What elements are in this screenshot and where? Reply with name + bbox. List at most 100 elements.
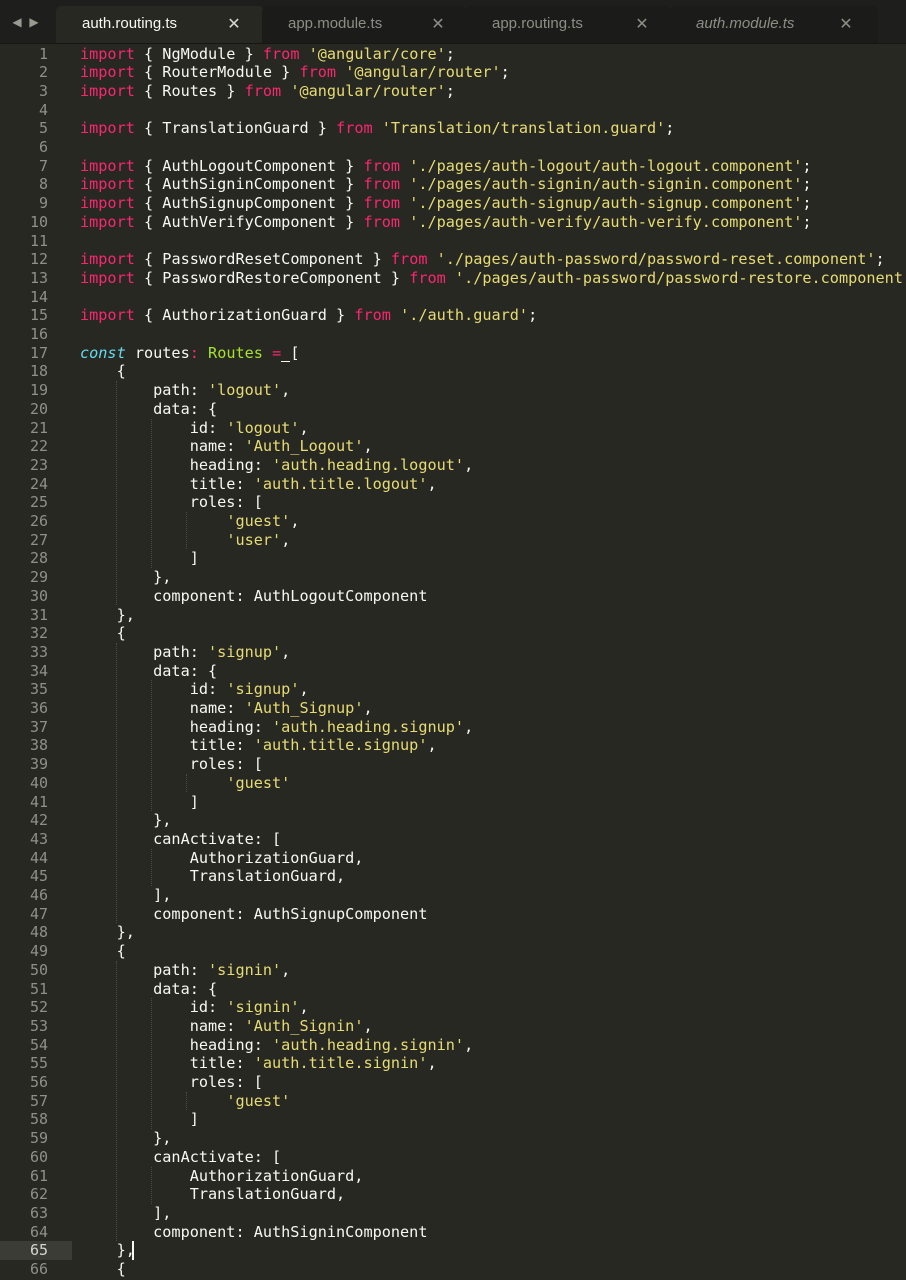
code-line[interactable]: id: 'signin', <box>80 998 309 1017</box>
close-icon[interactable]: ✕ <box>430 14 446 33</box>
code-line[interactable]: ] <box>80 1110 199 1129</box>
code-line[interactable]: import { PasswordResetComponent } from '… <box>80 250 885 269</box>
code-line[interactable]: { <box>80 362 126 381</box>
code-token: '@angular/core' <box>308 44 446 63</box>
code-line[interactable]: name: 'Auth_Signin', <box>80 1017 373 1036</box>
code-line[interactable]: ], <box>80 1204 171 1223</box>
code-token: path: <box>80 960 209 979</box>
code-line[interactable]: import { AuthSigninComponent } from './p… <box>80 175 812 194</box>
code-line[interactable]: data: { <box>80 980 217 999</box>
line-number: 51 <box>29 979 48 998</box>
code-token: ] <box>80 792 199 811</box>
code-token: , <box>427 474 437 493</box>
code-token: TranslationGuard, <box>80 867 346 886</box>
code-line[interactable]: path: 'logout', <box>80 381 290 400</box>
code-token: { AuthVerifyComponent } <box>134 212 364 231</box>
code-token: 'guest' <box>226 1091 291 1110</box>
code-line[interactable]: import { AuthSignupComponent } from './p… <box>80 194 812 213</box>
code-token: from <box>244 81 282 100</box>
code-line[interactable]: import { RouterModule } from '@angular/r… <box>80 63 510 82</box>
code-line[interactable]: }, <box>80 568 171 587</box>
code-token: , <box>427 736 437 755</box>
code-line[interactable]: path: 'signup', <box>80 643 290 662</box>
code-line[interactable]: const routes: Routes = [ <box>80 344 300 363</box>
close-icon[interactable]: ✕ <box>634 14 650 33</box>
code-line[interactable]: heading: 'auth.heading.signup', <box>80 718 474 737</box>
code-line[interactable]: component: AuthLogoutComponent <box>80 587 427 606</box>
code-line[interactable]: ] <box>80 793 199 812</box>
code-editor[interactable]: 1 2 3 4 5 6 7 8 9 10 11 12 13 14 15 16 17 18 19 20 21 22 23 24 2… <box>0 44 906 1280</box>
code-line[interactable]: data: { <box>80 662 217 681</box>
line-number: 38 <box>29 736 48 755</box>
tab-app-routing[interactable]: app.routing.ts ✕ <box>466 6 670 44</box>
code-line[interactable]: roles: [ <box>80 493 263 512</box>
code-line[interactable]: import { AuthLogoutComponent } from './p… <box>80 157 812 176</box>
code-line[interactable]: TranslationGuard, <box>80 867 345 886</box>
triangle-right-icon[interactable]: ▶ <box>27 12 41 32</box>
code-line[interactable]: component: AuthSignupComponent <box>80 905 427 924</box>
line-number: 33 <box>29 642 48 661</box>
code-line[interactable]: }, <box>80 1241 135 1260</box>
code-line[interactable]: id: 'signup', <box>80 680 309 699</box>
code-token: import <box>80 250 135 269</box>
code-line[interactable]: roles: [ <box>80 755 263 774</box>
code-line[interactable]: import { AuthorizationGuard } from './au… <box>80 306 537 325</box>
code-line[interactable]: ], <box>80 886 171 905</box>
tab-auth-routing[interactable]: auth.routing.ts ✕ <box>56 6 264 44</box>
close-icon[interactable]: ✕ <box>838 14 854 33</box>
code-line[interactable]: import { PasswordRestoreComponent } from… <box>80 269 906 288</box>
code-token: import <box>80 156 135 175</box>
code-line[interactable]: }, <box>80 1129 171 1148</box>
tab-auth-module[interactable]: auth.module.ts ✕ <box>670 6 878 44</box>
code-token: from <box>336 119 373 138</box>
code-line[interactable]: heading: 'auth.heading.logout', <box>80 456 474 475</box>
code-line[interactable]: data: { <box>80 400 217 419</box>
code-line[interactable]: name: 'Auth_Logout', <box>80 437 373 456</box>
code-line[interactable]: name: 'Auth_Signup', <box>80 699 373 718</box>
tab-label: auth.routing.ts <box>82 15 178 32</box>
code-line[interactable]: }, <box>80 923 135 942</box>
code-line[interactable]: id: 'logout', <box>80 419 309 438</box>
code-line[interactable]: path: 'signin', <box>80 961 290 980</box>
code-line[interactable]: heading: 'auth.heading.signin', <box>80 1036 474 1055</box>
code-line[interactable]: canActivate: [ <box>80 1148 281 1167</box>
code-line[interactable]: AuthorizationGuard, <box>80 1167 364 1186</box>
triangle-left-icon[interactable]: ◀ <box>10 12 24 32</box>
code-line[interactable]: 'guest', <box>80 512 299 531</box>
code-token: 'signin' <box>208 960 282 979</box>
code-line[interactable]: title: 'auth.title.logout', <box>80 475 437 494</box>
code-line[interactable]: title: 'auth.title.signup', <box>80 736 437 755</box>
code-line[interactable]: import { Routes } from '@angular/router'… <box>80 82 455 101</box>
code-line[interactable]: AuthorizationGuard, <box>80 848 364 868</box>
line-number: 39 <box>29 755 48 774</box>
code-line[interactable]: }, <box>80 606 135 625</box>
code-token: title: <box>80 736 254 755</box>
close-icon[interactable]: ✕ <box>226 14 242 33</box>
code-token: from <box>363 194 401 213</box>
code-line[interactable]: { <box>80 624 126 643</box>
code-token: , <box>299 680 309 699</box>
code-token: { PasswordRestoreComponent } <box>134 268 410 287</box>
code-line[interactable]: { <box>80 942 126 961</box>
indent-guide <box>150 848 152 886</box>
code-line[interactable]: }, <box>80 811 171 830</box>
code-line[interactable]: title: 'auth.title.signin', <box>80 1054 437 1073</box>
code-line[interactable]: roles: [ <box>80 1073 263 1092</box>
code-line[interactable]: import { TranslationGuard } from 'Transl… <box>80 119 674 138</box>
code-line[interactable]: import { NgModule } from '@angular/core'… <box>80 45 455 64</box>
code-line[interactable]: { <box>80 1260 126 1279</box>
code-area[interactable]: import { NgModule } from '@angular/core'… <box>80 44 906 1280</box>
code-token: import <box>80 44 135 63</box>
code-line[interactable]: component: AuthSigninComponent <box>80 1223 427 1242</box>
code-line[interactable]: TranslationGuard, <box>80 1185 345 1204</box>
code-line[interactable]: import { AuthVerifyComponent } from './p… <box>80 213 812 232</box>
line-number: 47 <box>29 904 48 923</box>
code-token: AuthorizationGuard, <box>80 848 364 867</box>
code-token: { <box>80 624 126 643</box>
line-number: 63 <box>29 1203 48 1222</box>
tab-app-module[interactable]: app.module.ts ✕ <box>262 6 466 44</box>
code-line[interactable]: canActivate: [ <box>80 830 281 849</box>
code-line[interactable]: ] <box>80 549 199 568</box>
